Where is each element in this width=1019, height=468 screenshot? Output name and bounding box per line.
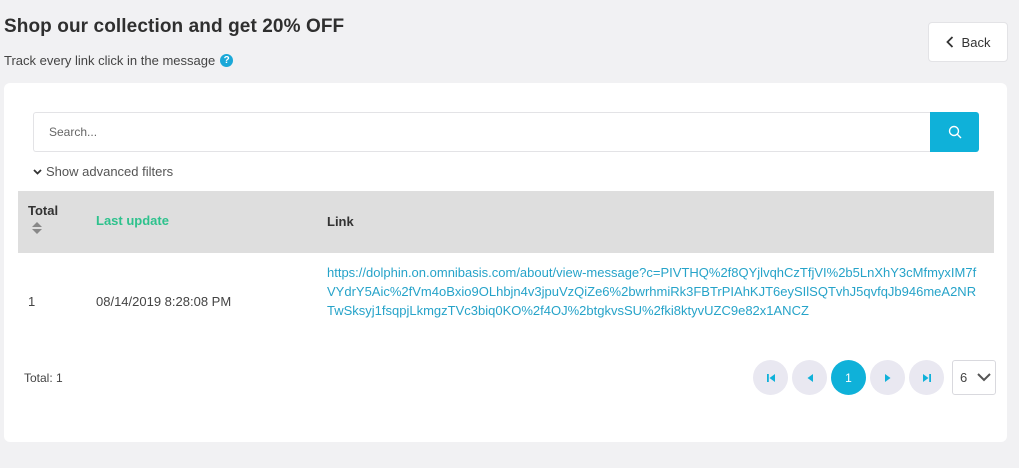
next-page-icon <box>884 373 890 382</box>
pagination: 1 6 <box>753 360 996 395</box>
search-input[interactable] <box>33 112 930 152</box>
next-page-button[interactable] <box>870 360 905 395</box>
page-title: Shop our collection and get 20% OFF <box>4 16 345 37</box>
chevron-left-icon <box>945 36 953 48</box>
first-page-icon <box>766 373 775 382</box>
total-count: Total: 1 <box>24 371 63 385</box>
back-button-label: Back <box>961 34 991 50</box>
previous-page-button[interactable] <box>792 360 827 395</box>
column-header-link: Link <box>327 214 354 229</box>
back-button[interactable]: Back <box>928 22 1008 62</box>
first-page-button[interactable] <box>753 360 788 395</box>
page-header: Shop our collection and get 20% OFF <box>4 16 344 38</box>
table-header: Total Last update Link <box>18 191 994 253</box>
subtitle-text: Track every link click in the message <box>4 53 216 68</box>
search-button[interactable] <box>930 112 979 152</box>
page-size-select[interactable]: 6 <box>952 360 996 395</box>
sort-icon <box>32 222 42 234</box>
advanced-filters-label: Show advanced filters <box>46 164 174 179</box>
show-advanced-filters-toggle[interactable]: Show advanced filters <box>33 164 173 179</box>
column-total-label: Total <box>28 203 59 218</box>
column-header-total[interactable]: Total <box>28 203 58 235</box>
help-icon[interactable]: ? <box>220 54 234 67</box>
chevron-down-icon <box>33 168 42 175</box>
cell-total: 1 <box>28 294 36 309</box>
page-1-button[interactable]: 1 <box>831 360 866 395</box>
cell-last-update: 08/14/2019 8:28:08 PM <box>96 294 232 309</box>
table-row: 1 08/14/2019 8:28:08 PM https://dolphin.… <box>18 253 994 345</box>
page-subtitle: Track every link click in the message ? <box>4 53 234 68</box>
page-size-value: 6 <box>960 370 968 385</box>
previous-page-icon <box>807 373 813 382</box>
links-card: Show advanced filters Total Last update … <box>4 83 1007 442</box>
last-page-button[interactable] <box>909 360 944 395</box>
chevron-down-icon <box>977 373 991 382</box>
last-page-icon <box>922 373 931 382</box>
search-bar <box>33 112 979 152</box>
links-table: Total Last update Link 1 08/14/2019 8:28… <box>18 191 994 345</box>
search-icon <box>948 125 961 139</box>
column-header-last-update[interactable]: Last update <box>96 213 169 228</box>
cell-link[interactable]: https://dolphin.on.omnibasis.com/about/v… <box>327 263 979 320</box>
